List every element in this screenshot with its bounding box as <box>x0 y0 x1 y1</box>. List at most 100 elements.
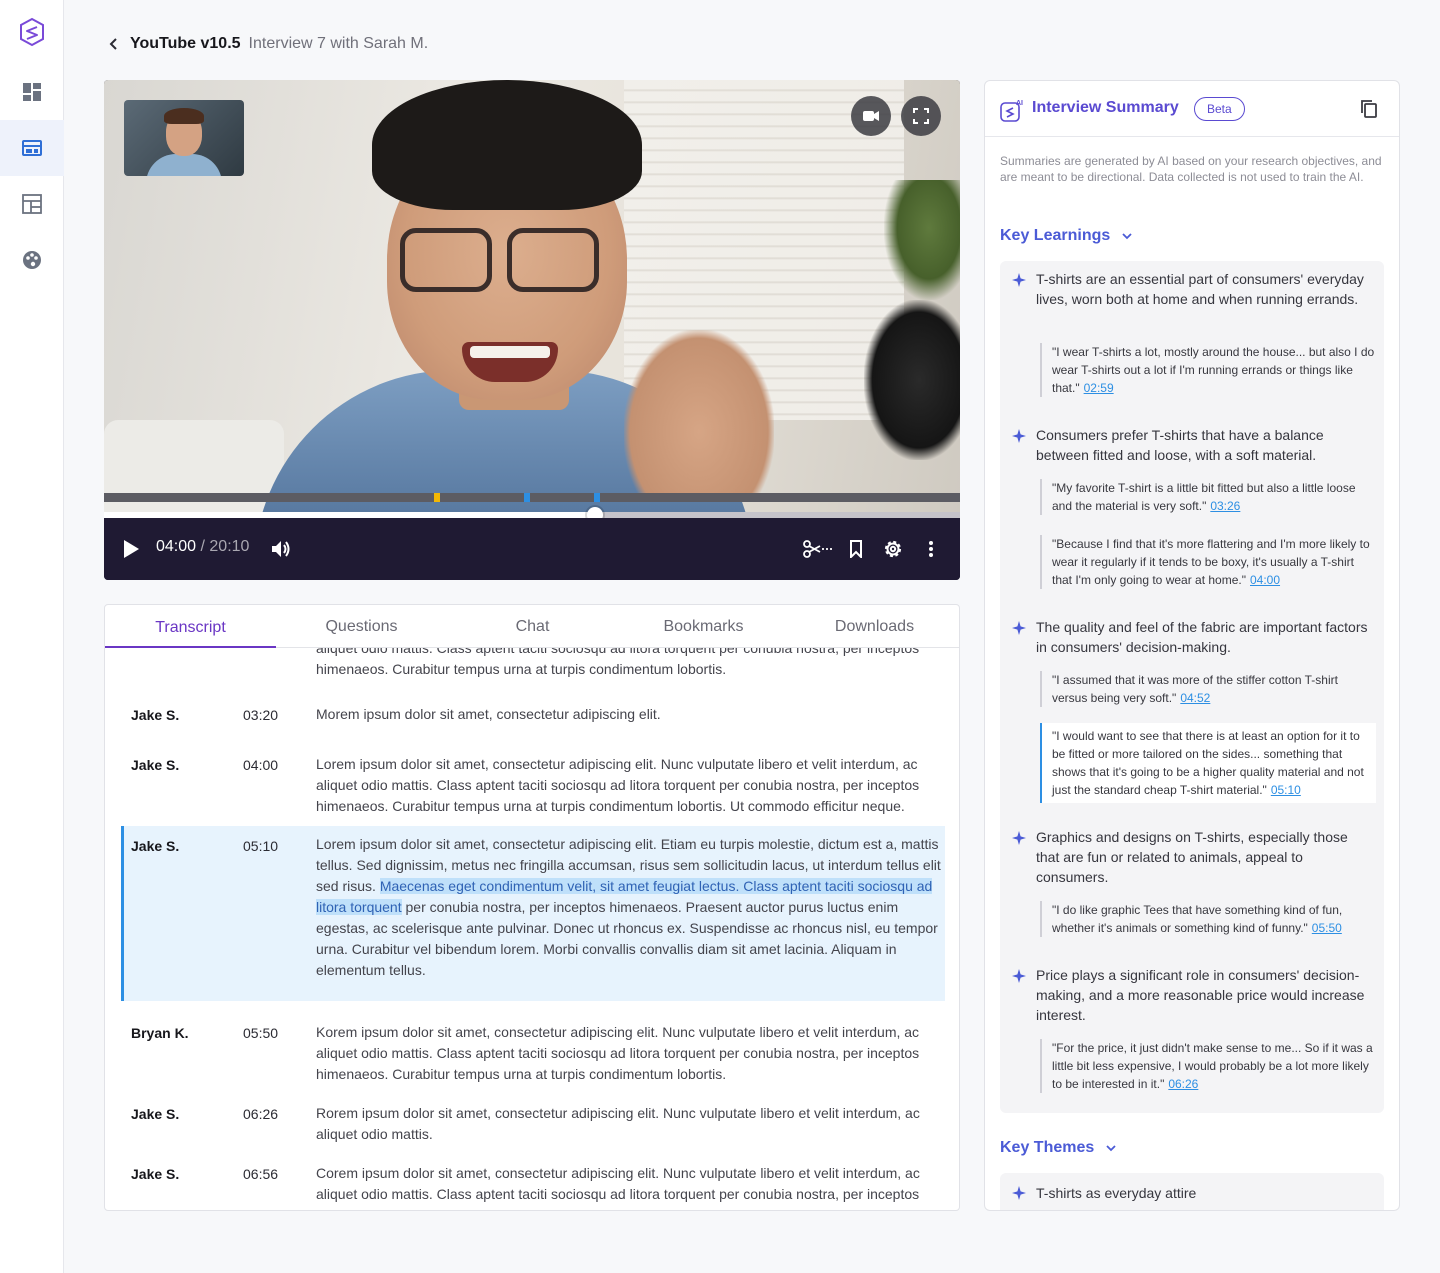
volume-button[interactable] <box>266 534 296 564</box>
transcript-row[interactable]: Jake S. 06:56 Corem ipsum dolor sit amet… <box>121 1163 945 1210</box>
sparkle-icon <box>1012 621 1026 635</box>
quote-timestamp-link[interactable]: 02:59 <box>1084 381 1114 395</box>
quote-timestamp-link[interactable]: 03:26 <box>1210 499 1240 513</box>
speaker-name: Jake S. <box>131 1166 180 1182</box>
duration: 20:10 <box>209 538 250 555</box>
bookmark-icon <box>850 540 862 558</box>
quote-timestamp-link[interactable]: 05:10 <box>1271 783 1301 797</box>
transcript-text: Rorem ipsum dolor sit amet, consectetur … <box>316 1105 920 1142</box>
copy-button[interactable] <box>1357 97 1381 121</box>
theme-item[interactable]: T-shirts as everyday attire <box>1000 1173 1384 1210</box>
marker-track[interactable] <box>104 493 960 502</box>
quote-timestamp-link[interactable]: 04:00 <box>1250 573 1280 587</box>
speaker-name: Jake S. <box>131 838 180 854</box>
current-time: 04:00 <box>156 538 197 555</box>
transcript-row-active[interactable]: Jake S. 05:10 Lorem ipsum dolor sit amet… <box>121 826 945 1001</box>
settings-button[interactable] <box>878 534 908 564</box>
svg-text:AI: AI <box>1016 100 1023 107</box>
transcript-text: Corem ipsum dolor sit amet, consectetur … <box>316 1165 920 1210</box>
more-vertical-icon <box>929 541 933 557</box>
tab-downloads[interactable]: Downloads <box>789 605 959 648</box>
timestamp-link[interactable]: 04:00 <box>243 757 278 773</box>
play-button[interactable] <box>116 534 146 564</box>
transcript-panel: Transcript Questions Chat Bookmarks Down… <box>104 604 960 1211</box>
bookmark-marker[interactable] <box>524 493 530 502</box>
sidebar-item-palette[interactable] <box>0 232 64 288</box>
sidebar <box>0 0 64 1273</box>
quote-block: "I wear T-shirts a lot, mostly around th… <box>1040 343 1376 397</box>
tab-questions[interactable]: Questions <box>276 605 447 648</box>
fullscreen-icon <box>913 108 929 124</box>
timestamp-link[interactable]: 06:56 <box>243 1166 278 1182</box>
quote-timestamp-link[interactable]: 05:50 <box>1312 921 1342 935</box>
video-player[interactable]: 04:00 / 20:10 <box>104 80 960 580</box>
bookmark-button[interactable] <box>841 534 871 564</box>
transcript-text: Lorem ipsum dolor sit amet, consectetur … <box>316 756 920 814</box>
summary-panel: AI Interview Summary Beta Summaries are … <box>984 80 1400 1211</box>
key-learnings-list: T-shirts are an essential part of consum… <box>1000 261 1384 1113</box>
chevron-down-icon <box>1122 233 1132 240</box>
fullscreen-button[interactable] <box>901 96 941 136</box>
tab-bar: Transcript Questions Chat Bookmarks Down… <box>105 605 959 648</box>
quote-block: "I do like graphic Tees that have someth… <box>1040 901 1376 937</box>
time-display: 04:00 / 20:10 <box>156 538 250 555</box>
page-subtitle: Interview 7 with Sarah M. <box>248 35 429 52</box>
ai-disclaimer: Summaries are generated by AI based on y… <box>1000 154 1382 184</box>
tab-transcript[interactable]: Transcript <box>105 605 276 648</box>
timestamp-link[interactable]: 05:50 <box>243 1025 278 1041</box>
quote-block: "My favorite T-shirt is a little bit fit… <box>1040 479 1376 515</box>
transcript-row[interactable]: Bryan K. 05:50 Korem ipsum dolor sit ame… <box>121 1022 945 1092</box>
quote-block: "I assumed that it was more of the stiff… <box>1040 671 1376 707</box>
speaker-name: Bryan K. <box>131 1025 189 1041</box>
key-themes-toggle[interactable]: Key Themes <box>1000 1139 1118 1157</box>
learning-text: Consumers prefer T-shirts that have a ba… <box>1036 427 1324 463</box>
sidebar-item-grid[interactable] <box>0 176 64 232</box>
copy-icon <box>1361 100 1377 118</box>
back-button[interactable] <box>104 34 124 54</box>
section-title: Key Themes <box>1000 1139 1095 1156</box>
key-learnings-toggle[interactable]: Key Learnings <box>1000 227 1134 245</box>
sparkle-icon <box>1012 429 1026 443</box>
transcript-row[interactable]: aliquet odio mattis. Class aptent taciti… <box>121 648 945 688</box>
ai-summary-icon: AI <box>999 97 1025 123</box>
transcript-text: Korem ipsum dolor sit amet, consectetur … <box>316 1024 920 1082</box>
video-camera-icon <box>863 111 879 121</box>
clip-button[interactable] <box>800 534 834 564</box>
quote-timestamp-link[interactable]: 06:26 <box>1168 1077 1198 1091</box>
sparkle-icon <box>1012 969 1026 983</box>
transcript-text: Morem ipsum dolor sit amet, consectetur … <box>316 706 661 722</box>
app-logo[interactable] <box>18 17 46 47</box>
tab-chat[interactable]: Chat <box>447 605 618 648</box>
beta-badge: Beta <box>1194 97 1245 121</box>
bookmark-marker[interactable] <box>594 493 600 502</box>
tab-bookmarks[interactable]: Bookmarks <box>618 605 789 648</box>
transcript-row[interactable]: Jake S. 06:26 Rorem ipsum dolor sit amet… <box>121 1103 945 1153</box>
timestamp-link[interactable]: 03:20 <box>243 707 278 723</box>
scissors-icon <box>803 540 832 558</box>
dashboard-icon <box>23 83 41 101</box>
quote-timestamp-link[interactable]: 04:52 <box>1180 691 1210 705</box>
sidebar-item-dashboard[interactable] <box>0 64 64 120</box>
page-header: YouTube v10.5 Interview 7 with Sarah M. <box>104 30 428 58</box>
timestamp-link[interactable]: 06:26 <box>243 1106 278 1122</box>
sparkle-icon <box>1012 831 1026 845</box>
quote-block: "For the price, it just didn't make sens… <box>1040 1039 1376 1093</box>
gear-icon <box>884 540 902 558</box>
timestamp-link[interactable]: 05:10 <box>243 838 278 854</box>
sidebar-item-layout[interactable] <box>0 120 64 176</box>
transcript-row[interactable]: Jake S. 03:20 Morem ipsum dolor sit amet… <box>121 704 945 734</box>
bookmark-marker[interactable] <box>434 493 440 502</box>
play-icon <box>124 540 139 558</box>
learning-text: The quality and feel of the fabric are i… <box>1036 619 1368 655</box>
grid-icon <box>22 194 42 214</box>
learning-text: Graphics and designs on T-shirts, especi… <box>1036 829 1348 885</box>
transcript-row[interactable]: Jake S. 04:00 Lorem ipsum dolor sit amet… <box>121 754 945 824</box>
transcript-list[interactable]: aliquet odio mattis. Class aptent taciti… <box>105 648 959 1210</box>
player-controls: 04:00 / 20:10 <box>104 518 960 580</box>
camera-toggle-button[interactable] <box>851 96 891 136</box>
layout-icon <box>22 140 42 156</box>
more-options-button[interactable] <box>916 534 946 564</box>
learning-text: Price plays a significant role in consum… <box>1036 967 1365 1023</box>
picture-in-picture[interactable] <box>124 100 244 176</box>
section-title: Key Learnings <box>1000 227 1111 244</box>
